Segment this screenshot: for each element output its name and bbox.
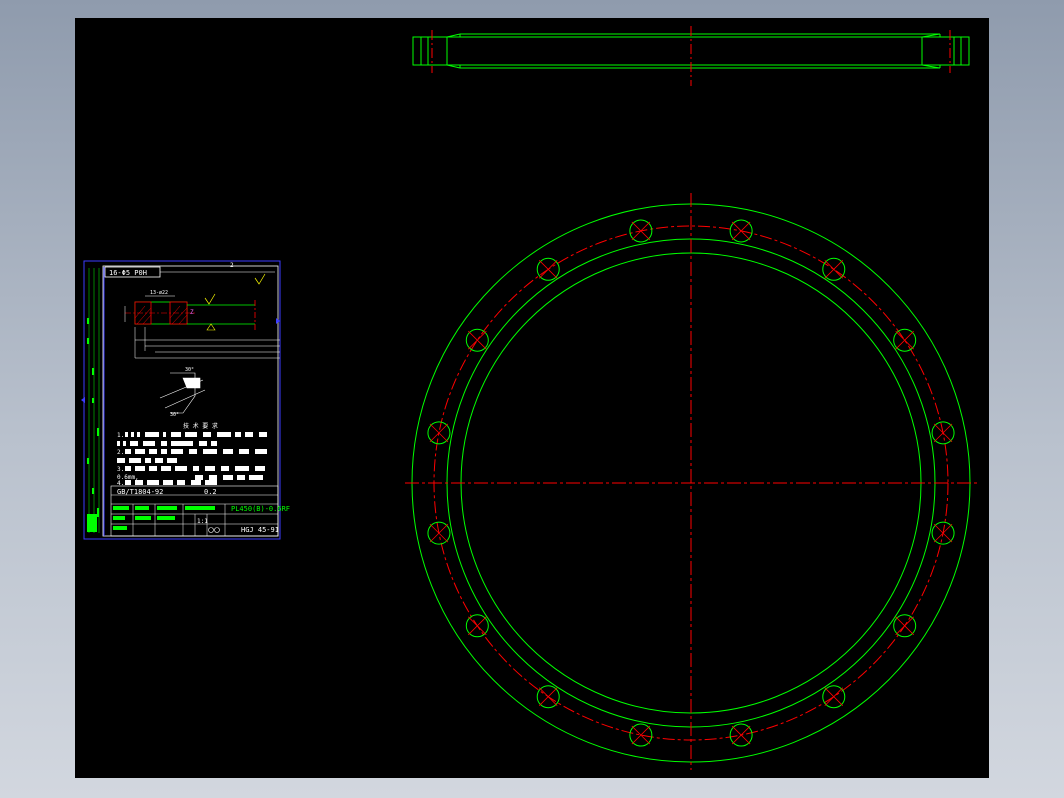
plan-view-centerlines [405, 193, 980, 770]
svg-text:3.: 3. [117, 466, 124, 473]
bolt-hole [931, 421, 955, 445]
bolt-hole [536, 685, 560, 709]
svg-text:2.: 2. [117, 449, 124, 456]
bolt-hole [893, 328, 917, 352]
title-block: GB/T1804-92 0.2 PL450(B)-0.6RF 1:1 HGJ 4… [110, 485, 290, 537]
svg-text:30°: 30° [185, 367, 194, 373]
sheet-mark: 2 [230, 262, 234, 269]
bolt-hole [729, 723, 753, 747]
tolerance-value: 0.2 [204, 488, 217, 496]
section-detail: 13-ø22 Z [124, 273, 280, 359]
drawing-number: HGJ 45-91 [241, 526, 279, 534]
part-name: PL450(B)-0.6RF [231, 505, 290, 513]
svg-text:Z: Z [190, 309, 194, 316]
standard-ref: GB/T1804-92 [117, 488, 163, 496]
bolt-hole [629, 723, 653, 747]
bolt-hole [536, 257, 560, 281]
svg-text:13-ø22: 13-ø22 [150, 290, 168, 296]
scale: 1:1 [197, 518, 208, 525]
bolt-hole [931, 521, 955, 545]
svg-text:1.: 1. [117, 432, 124, 439]
title-sheet[interactable]: 16-Φ5 P0H 2 13-ø22 Z 30° 30° 技 术 要 求 1. … [81, 260, 290, 540]
requirements-text: 1. 2. 3. 4. 0.6mm, [117, 432, 267, 487]
bolt-hole [465, 614, 489, 638]
bevel-detail: 30° 30° [159, 367, 206, 418]
bolt-hole [822, 257, 846, 281]
side-view-centerlines [431, 26, 951, 86]
bolt-hole [427, 421, 451, 445]
bolt-hole [729, 219, 753, 243]
bolt-hole [893, 614, 917, 638]
bolt-hole [427, 521, 451, 545]
svg-text:30°: 30° [170, 412, 179, 418]
requirements-title: 技 术 要 求 [183, 422, 218, 430]
hole-note: 16-Φ5 P0H [109, 269, 147, 277]
bolt-hole [629, 219, 653, 243]
cad-drawing-canvas[interactable]: 16-Φ5 P0H 2 13-ø22 Z 30° 30° 技 术 要 求 1. … [75, 18, 989, 778]
bolt-hole [465, 328, 489, 352]
cad-viewport[interactable]: 16-Φ5 P0H 2 13-ø22 Z 30° 30° 技 术 要 求 1. … [75, 18, 989, 778]
bolt-hole [822, 685, 846, 709]
tolerance-fragment: 0.6mm, [117, 474, 139, 481]
